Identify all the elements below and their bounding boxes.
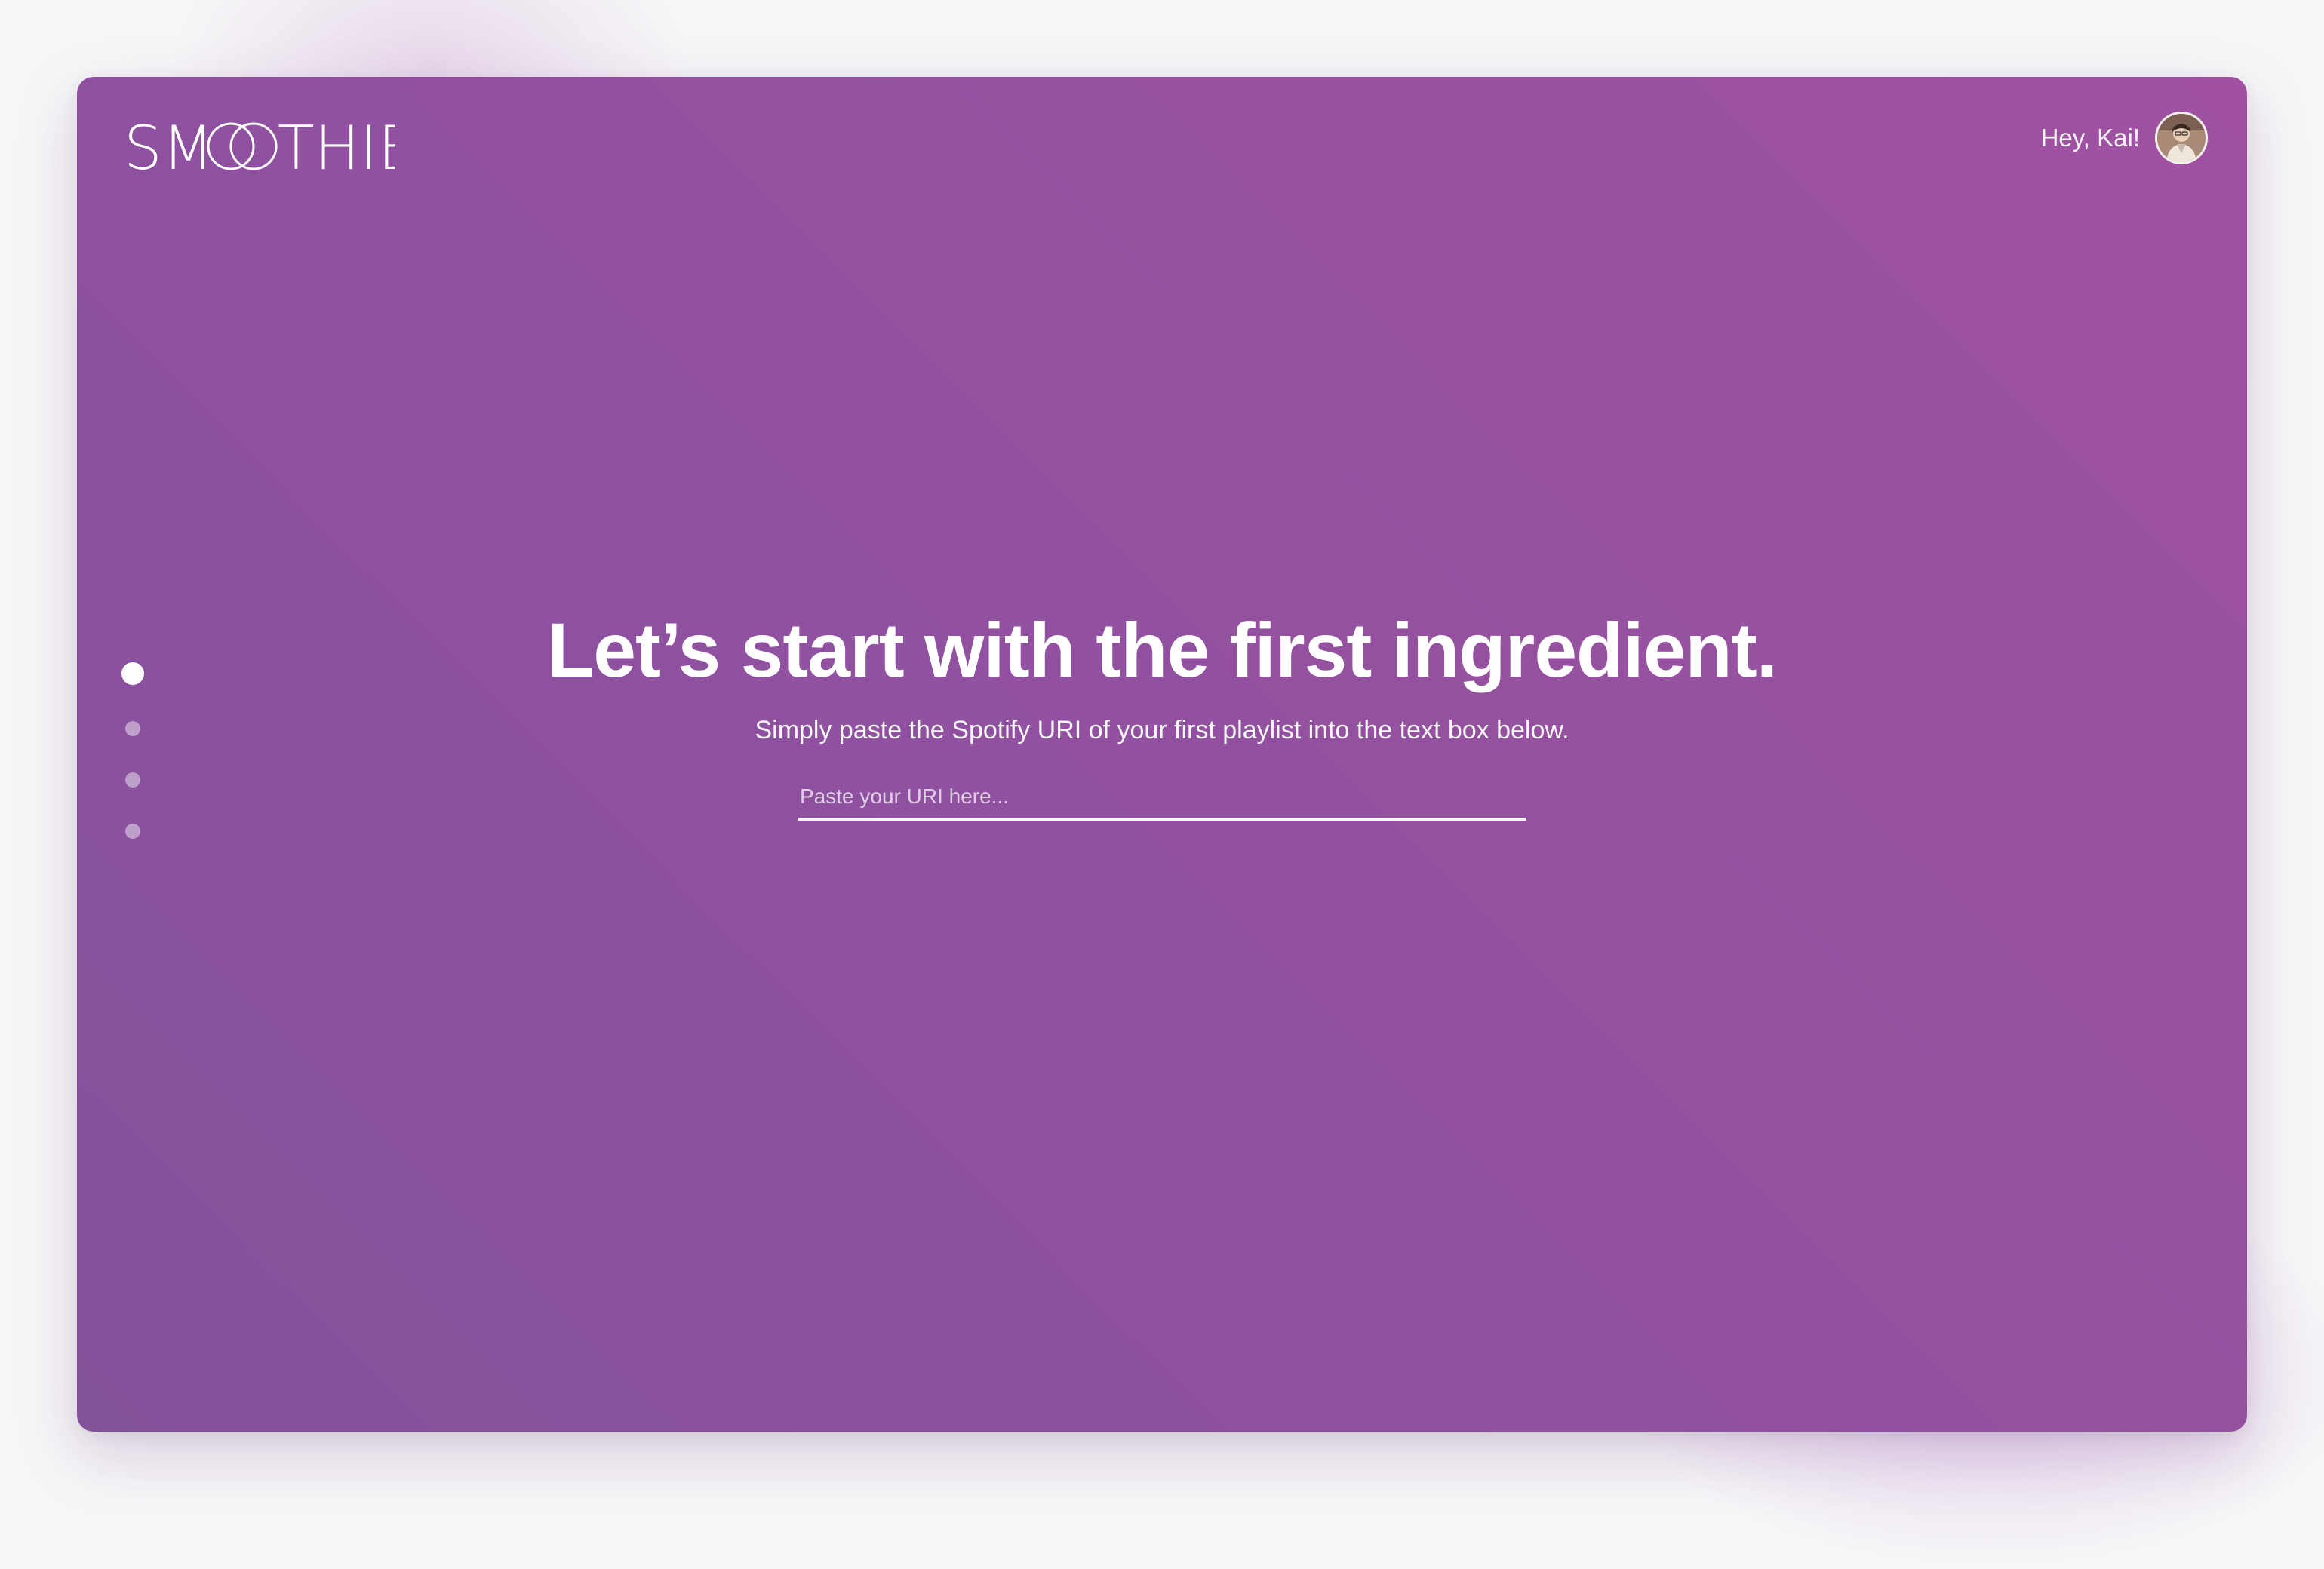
uri-input[interactable]	[798, 781, 1526, 821]
smoothie-logo[interactable]: SM THIE SMOOTHIE	[124, 110, 395, 178]
hero-section: Let’s start with the first ingredient. S…	[77, 605, 2247, 821]
step-dot-4[interactable]	[125, 824, 140, 839]
logo-letters-s-m: SM	[124, 113, 214, 178]
instruction-text: Simply paste the Spotify URI of your fir…	[755, 716, 1569, 745]
logo-wordmark: SM THIE	[124, 113, 395, 178]
uri-field	[798, 781, 1526, 821]
logo-letters-thie: THIE	[278, 113, 395, 178]
greeting-text: Hey, Kai!	[2040, 124, 2140, 152]
interlocking-rings-logo-icon	[207, 122, 278, 170]
app-window: SM THIE SMOOTHIE Hey, Kai!	[77, 77, 2247, 1432]
user-avatar-icon[interactable]	[2155, 112, 2208, 164]
user-menu[interactable]: Hey, Kai!	[2041, 110, 2208, 166]
avatar-photo	[2157, 114, 2206, 162]
page-title: Let’s start with the first ingredient.	[546, 607, 1778, 693]
